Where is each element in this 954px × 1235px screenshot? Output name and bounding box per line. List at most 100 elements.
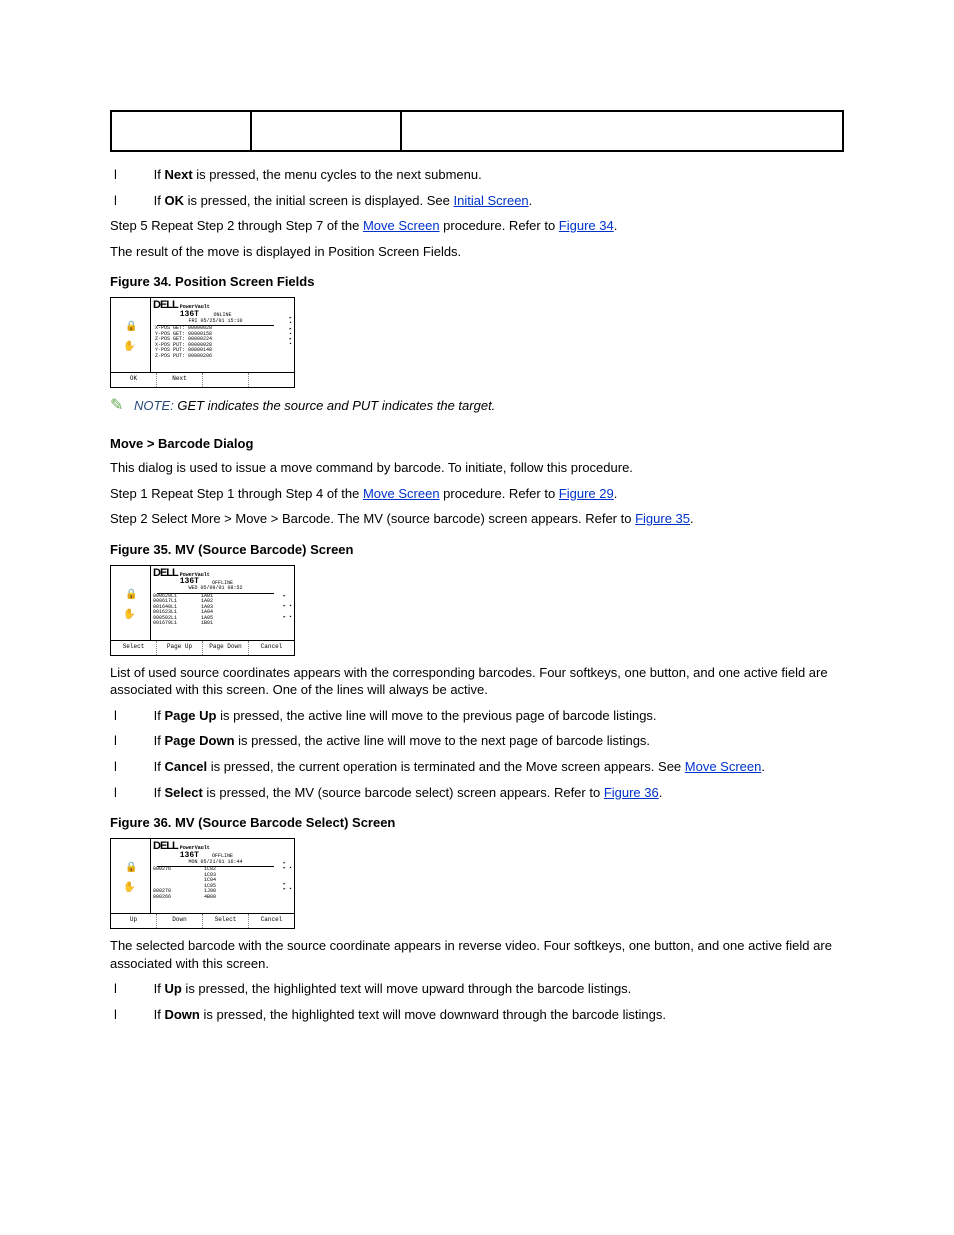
dell-logo: DELL [153, 840, 178, 852]
lcd-screenshot-position: 🔒 ✋ DELL PowerVault 136T ONLINE FRI 05/2… [110, 297, 295, 388]
text: . [690, 511, 694, 526]
table-cell [112, 112, 252, 150]
note-block: ✎ NOTE: GET indicates the source and PUT… [110, 398, 844, 414]
text: Step 1 Repeat Step 1 through Step 4 of t… [110, 486, 363, 501]
action-name: Next [164, 167, 192, 182]
hand-icon: ✋ [123, 883, 135, 894]
dell-logo: DELL [153, 299, 178, 311]
scroll-arrows: ▸▪▸▪▸▪ [289, 316, 292, 348]
barcode-rows: 000629L1 1A01 000617L1 1A02 001640L1 1A0… [153, 594, 292, 627]
bullet-item: l If Cancel is pressed, the current oper… [110, 758, 844, 776]
softkey-empty [249, 373, 294, 387]
lcd-softkeys: OK Next [111, 372, 294, 387]
softkey-select[interactable]: Select [203, 914, 249, 928]
text: procedure. Refer to [440, 486, 559, 501]
link-move-screen[interactable]: Move Screen [685, 759, 762, 774]
lock-icon: 🔒 [125, 590, 137, 601]
bullet-glyph: l [132, 707, 150, 725]
bullet-glyph: l [132, 166, 150, 184]
link-move-screen[interactable]: Move Screen [363, 486, 440, 501]
text: is pressed, the initial screen is displa… [184, 193, 454, 208]
lcd-left-column: 🔒 ✋ [111, 839, 151, 913]
table-row [112, 112, 842, 150]
link-move-screen[interactable]: Move Screen [363, 218, 440, 233]
lock-icon: 🔒 [125, 322, 137, 333]
link-figure-34[interactable]: Figure 34 [559, 218, 614, 233]
bullet-item: l If OK is pressed, the initial screen i… [110, 192, 844, 210]
text: If [154, 785, 165, 800]
figure-caption: Figure 36. MV (Source Barcode Select) Sc… [110, 815, 844, 830]
figure-caption: Figure 35. MV (Source Barcode) Screen [110, 542, 844, 557]
link-figure-29[interactable]: Figure 29 [559, 486, 614, 501]
dell-logo: DELL [153, 567, 178, 579]
table-cell [252, 112, 402, 150]
bullet-item: l If Page Up is pressed, the active line… [110, 707, 844, 725]
softkey-up[interactable]: Up [111, 914, 157, 928]
softkey-down[interactable]: Down [157, 914, 203, 928]
paragraph: The result of the move is displayed in P… [110, 243, 844, 261]
barcode-select-rows: 000276 1C02 1C03 1C04 1C05 000270 1J00 0… [153, 867, 292, 900]
action-name: Cancel [164, 759, 207, 774]
text: . [614, 486, 618, 501]
action-name: Page Up [164, 708, 216, 723]
softkey-select[interactable]: Select [111, 641, 157, 655]
text: If [154, 981, 165, 996]
text: is pressed, the highlighted text will mo… [182, 981, 631, 996]
softkey-cancel[interactable]: Cancel [249, 641, 294, 655]
link-figure-36[interactable]: Figure 36 [604, 785, 659, 800]
lcd-left-column: 🔒 ✋ [111, 566, 151, 640]
paragraph: List of used source coordinates appears … [110, 664, 844, 699]
section-heading: Move > Barcode Dialog [110, 436, 844, 451]
scroll-arrows: ▸▸ ▪▸ ▪ [283, 594, 292, 620]
figure-caption: Figure 34. Position Screen Fields [110, 274, 844, 289]
softkey-cancel[interactable]: Cancel [249, 914, 294, 928]
note-label: NOTE: [134, 398, 174, 413]
bullet-glyph: l [132, 1006, 150, 1024]
action-name: Up [164, 981, 181, 996]
lock-icon: 🔒 [125, 863, 137, 874]
note-text: NOTE: GET indicates the source and PUT i… [134, 398, 844, 413]
lcd-screenshot-barcode-source: 🔒 ✋ DELL PowerVault 136T OFFLINE WED 05/… [110, 565, 295, 656]
softkey-empty [203, 373, 249, 387]
lcd-right-panel: DELL PowerVault 136T ONLINE FRI 05/25/01… [151, 298, 294, 372]
text: is pressed, the menu cycles to the next … [193, 167, 482, 182]
text: Step 5 Repeat Step 2 through Step 7 of t… [110, 218, 363, 233]
lcd-right-panel: DELL PowerVault 136T OFFLINE WED 05/09/0… [151, 566, 294, 640]
action-name: OK [164, 193, 184, 208]
bullet-glyph: l [132, 980, 150, 998]
note-icon: ✎ [110, 398, 134, 414]
softkey-next[interactable]: Next [157, 373, 203, 387]
bullet-glyph: l [132, 784, 150, 802]
lcd-screenshot-barcode-select: 🔒 ✋ DELL PowerVault 136T OFFLINE MON 05/… [110, 838, 295, 929]
bullet-item: l If Up is pressed, the highlighted text… [110, 980, 844, 998]
text: If [154, 708, 165, 723]
lcd-softkeys: Select Page Up Page Down Cancel [111, 640, 294, 655]
text: is pressed, the active line will move to… [235, 733, 651, 748]
text: If [154, 167, 165, 182]
text: . [761, 759, 765, 774]
step-text: Step 2 Select More > Move > Barcode. The… [110, 510, 844, 528]
text: . [614, 218, 618, 233]
text: is pressed, the active line will move to… [216, 708, 656, 723]
text: Step 2 Select More > Move > Barcode. The… [110, 511, 635, 526]
softkey-page-down[interactable]: Page Down [203, 641, 249, 655]
step-text: Step 1 Repeat Step 1 through Step 4 of t… [110, 485, 844, 503]
text: . [529, 193, 533, 208]
softkey-ok[interactable]: OK [111, 373, 157, 387]
link-figure-35[interactable]: Figure 35 [635, 511, 690, 526]
lcd-softkeys: Up Down Select Cancel [111, 913, 294, 928]
paragraph: The selected barcode with the source coo… [110, 937, 844, 972]
action-name: Select [164, 785, 202, 800]
bullet-item: l If Select is pressed, the MV (source b… [110, 784, 844, 802]
bullet-glyph: l [132, 758, 150, 776]
hand-icon: ✋ [123, 610, 135, 621]
action-name: Down [164, 1007, 199, 1022]
text: If [154, 759, 165, 774]
text: If [154, 1007, 165, 1022]
table-outline [110, 110, 844, 152]
scroll-arrows: ▸▸ ▪▸▸ ▪ [283, 861, 292, 893]
link-initial-screen[interactable]: Initial Screen [454, 193, 529, 208]
softkey-page-up[interactable]: Page Up [157, 641, 203, 655]
text: procedure. Refer to [440, 218, 559, 233]
action-name: Page Down [164, 733, 234, 748]
